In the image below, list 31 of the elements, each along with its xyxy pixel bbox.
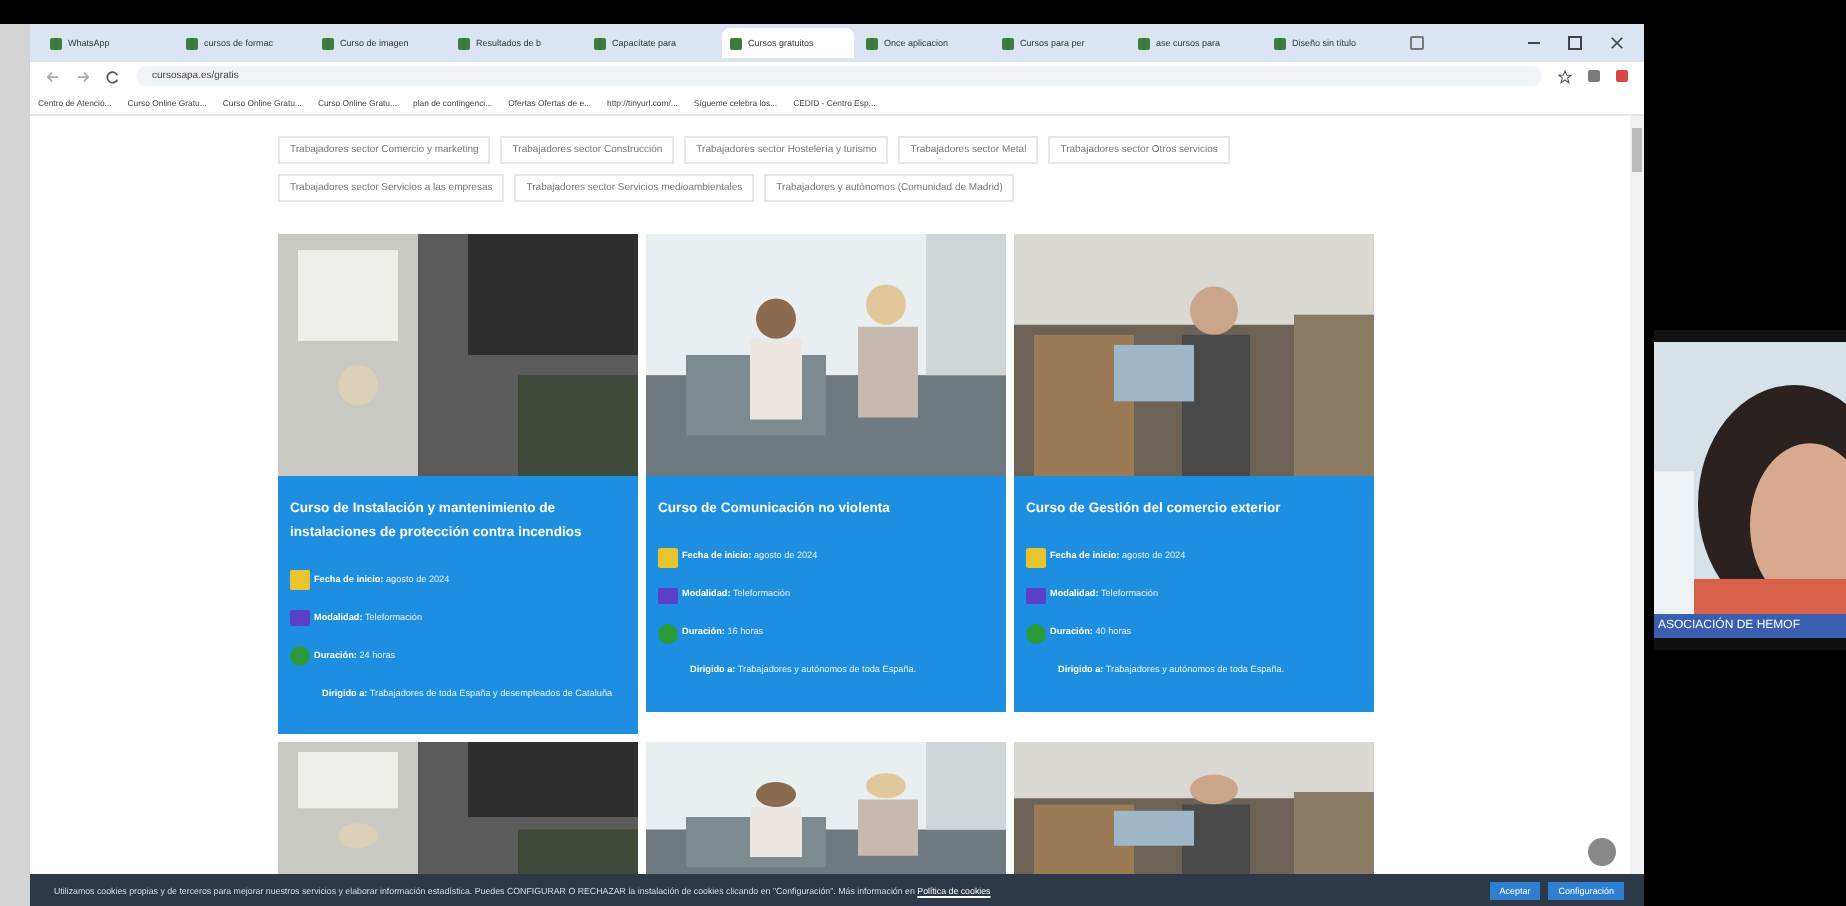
star-icon[interactable] [1558, 69, 1572, 83]
course-card[interactable] [278, 234, 638, 735]
extension-icon[interactable] [1588, 70, 1600, 82]
profile-icon[interactable] [1616, 70, 1628, 82]
clock-icon [290, 646, 310, 667]
reload-icon[interactable] [106, 69, 120, 83]
favicon-icon [458, 37, 470, 49]
favicon-icon [730, 37, 742, 49]
favicon-icon [594, 37, 606, 49]
clock-icon [658, 623, 678, 644]
monitor-icon [1026, 587, 1046, 604]
scroll-to-top-button[interactable] [1588, 838, 1616, 866]
favicon-icon [186, 37, 198, 49]
favicon-icon [1138, 37, 1150, 49]
calendar-icon [290, 570, 310, 591]
favicon-icon [1002, 37, 1014, 49]
forward-icon[interactable] [76, 69, 90, 83]
calendar-icon [658, 547, 678, 568]
close-icon[interactable] [1610, 36, 1624, 50]
favicon-icon [866, 37, 878, 49]
back-icon[interactable] [46, 69, 60, 83]
scrollbar[interactable] [1630, 116, 1644, 874]
monitor-icon [290, 610, 310, 627]
clock-icon [1026, 623, 1046, 644]
favicon-icon [1274, 37, 1286, 49]
favicon-icon [50, 37, 62, 49]
monitor-icon [658, 587, 678, 604]
favicon-icon [322, 37, 334, 49]
restore-icon[interactable] [1568, 36, 1582, 50]
calendar-icon [1026, 547, 1046, 568]
new-tab-icon[interactable] [1410, 36, 1424, 50]
